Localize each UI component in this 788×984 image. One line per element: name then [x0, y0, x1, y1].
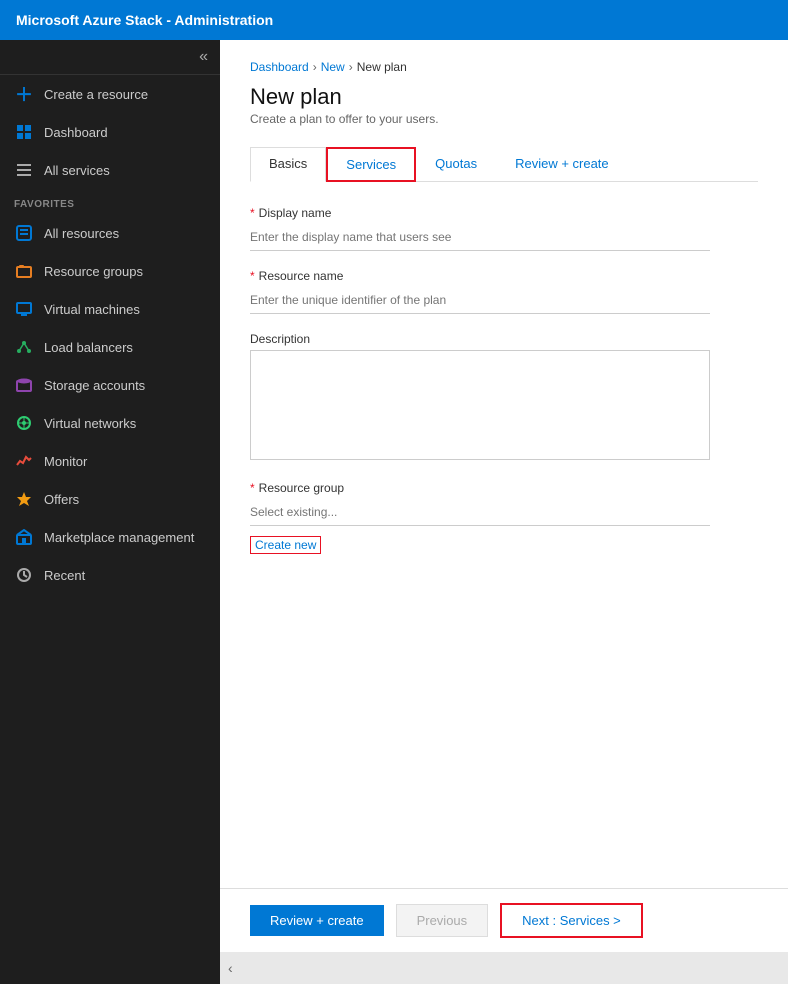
resource-name-group: * Resource name: [250, 269, 758, 314]
sidebar-item-label: Load balancers: [44, 340, 133, 355]
storage-icon: [14, 375, 34, 395]
sidebar-item-label: Virtual networks: [44, 416, 136, 431]
resource-group-icon: [14, 261, 34, 281]
bottom-chevron-icon[interactable]: ‹: [228, 960, 233, 976]
plus-icon: ＋: [14, 84, 34, 104]
sidebar-item-marketplace-management[interactable]: Marketplace management: [0, 518, 220, 556]
resource-group-label: * Resource group: [250, 481, 758, 495]
resource-group-input[interactable]: [250, 499, 710, 526]
page-subtitle: Create a plan to offer to your users.: [250, 112, 758, 126]
required-star: *: [250, 481, 255, 495]
sidebar-item-offers[interactable]: Offers: [0, 480, 220, 518]
main-layout: « ＋ Create a resource Dashboard All serv…: [0, 40, 788, 984]
tab-review-create[interactable]: Review + create: [496, 147, 628, 182]
resource-group-group: * Resource group Create new: [250, 481, 758, 554]
sidebar-item-all-resources[interactable]: All resources: [0, 214, 220, 252]
resource-name-label: * Resource name: [250, 269, 758, 283]
load-balancer-icon: [14, 337, 34, 357]
sidebar-item-label: Marketplace management: [44, 530, 194, 545]
collapse-icon[interactable]: «: [199, 48, 208, 66]
sidebar-item-label: Create a resource: [44, 87, 148, 102]
monitor-icon: [14, 451, 34, 471]
tab-services[interactable]: Services: [326, 147, 416, 182]
favorites-section-label: FAVORITES: [0, 189, 220, 214]
sidebar-item-virtual-networks[interactable]: Virtual networks: [0, 404, 220, 442]
description-label: Description: [250, 332, 758, 346]
sidebar-item-label: All resources: [44, 226, 119, 241]
sidebar-collapse-btn[interactable]: «: [0, 40, 220, 75]
sidebar-item-monitor[interactable]: Monitor: [0, 442, 220, 480]
tab-quotas[interactable]: Quotas: [416, 147, 496, 182]
display-name-group: * Display name: [250, 206, 758, 251]
breadcrumb-dashboard[interactable]: Dashboard: [250, 60, 309, 74]
dashboard-icon: [14, 122, 34, 142]
breadcrumb-sep2: ›: [349, 60, 353, 74]
sidebar-item-dashboard[interactable]: Dashboard: [0, 113, 220, 151]
sidebar-item-create-resource[interactable]: ＋ Create a resource: [0, 75, 220, 113]
page-title: New plan: [250, 84, 758, 110]
description-input[interactable]: [250, 350, 710, 460]
sidebar-item-label: Offers: [44, 492, 79, 507]
virtual-machine-icon: [14, 299, 34, 319]
sidebar-item-storage-accounts[interactable]: Storage accounts: [0, 366, 220, 404]
breadcrumb-sep1: ›: [313, 60, 317, 74]
review-create-button[interactable]: Review + create: [250, 905, 384, 936]
marketplace-icon: [14, 527, 34, 547]
sidebar-item-virtual-machines[interactable]: Virtual machines: [0, 290, 220, 328]
resources-icon: [14, 223, 34, 243]
sidebar: « ＋ Create a resource Dashboard All serv…: [0, 40, 220, 984]
sidebar-item-label: Storage accounts: [44, 378, 145, 393]
virtual-network-icon: [14, 413, 34, 433]
resource-name-input[interactable]: [250, 287, 710, 314]
sidebar-item-label: Virtual machines: [44, 302, 140, 317]
sidebar-item-label: All services: [44, 163, 110, 178]
description-group: Description: [250, 332, 758, 463]
previous-button: Previous: [396, 904, 489, 937]
sidebar-item-label: Monitor: [44, 454, 87, 469]
sidebar-item-load-balancers[interactable]: Load balancers: [0, 328, 220, 366]
tabs: Basics Services Quotas Review + create: [250, 146, 758, 182]
sidebar-item-recent[interactable]: Recent: [0, 556, 220, 594]
sidebar-item-label: Recent: [44, 568, 85, 583]
recent-icon: [14, 565, 34, 585]
content-inner: Dashboard › New › New plan New plan Crea…: [220, 40, 788, 888]
required-star: *: [250, 206, 255, 220]
breadcrumb-current: New plan: [357, 60, 407, 74]
breadcrumb: Dashboard › New › New plan: [250, 60, 758, 74]
sidebar-item-all-services[interactable]: All services: [0, 151, 220, 189]
required-star: *: [250, 269, 255, 283]
content-area: Dashboard › New › New plan New plan Crea…: [220, 40, 788, 984]
topbar: Microsoft Azure Stack - Administration: [0, 0, 788, 40]
offers-icon: [14, 489, 34, 509]
create-new-link[interactable]: Create new: [250, 536, 321, 554]
display-name-label: * Display name: [250, 206, 758, 220]
sidebar-item-label: Resource groups: [44, 264, 143, 279]
next-services-button[interactable]: Next : Services >: [500, 903, 643, 938]
tab-basics[interactable]: Basics: [250, 147, 326, 182]
footer: Review + create Previous Next : Services…: [220, 888, 788, 952]
list-icon: [14, 160, 34, 180]
display-name-input[interactable]: [250, 224, 710, 251]
topbar-title: Microsoft Azure Stack - Administration: [16, 12, 273, 28]
sidebar-item-resource-groups[interactable]: Resource groups: [0, 252, 220, 290]
sidebar-item-label: Dashboard: [44, 125, 108, 140]
breadcrumb-new[interactable]: New: [321, 60, 345, 74]
bottom-bar: ‹: [220, 952, 788, 984]
